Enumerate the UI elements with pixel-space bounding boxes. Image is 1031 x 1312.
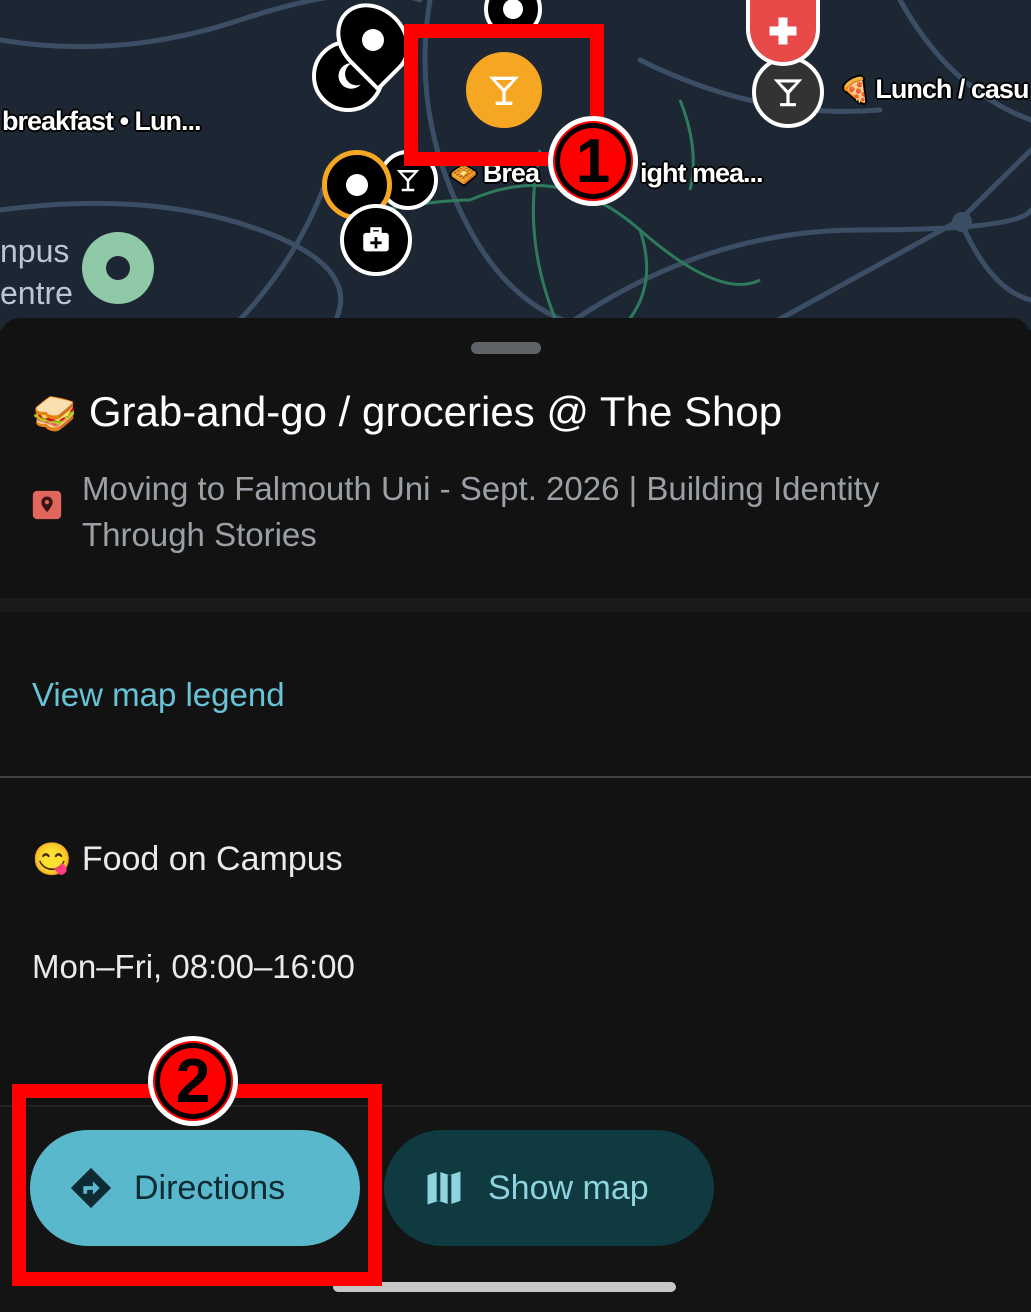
map-name-text: Moving to Falmouth Uni - Sept. 2026 | Bu… <box>82 470 880 553</box>
sandwich-icon: 🥪 <box>32 393 77 434</box>
list-name: 😋 Food on Campus <box>32 840 343 879</box>
gesture-home-bar[interactable] <box>333 1282 676 1292</box>
annotation-badge-1: 1 <box>548 116 638 206</box>
map-pin-icon <box>32 490 62 520</box>
campus-label-line1: npus <box>0 233 70 269</box>
place-title: 🥪 Grab-and-go / groceries @ The Shop <box>32 388 782 436</box>
map-label-breakfast-lunch[interactable]: breakfast • Lun... <box>2 106 202 137</box>
cocktail-pin-icon[interactable] <box>752 56 824 128</box>
map-label-lunch-casual[interactable]: 🍕 Lunch / casu <box>840 74 1029 105</box>
annotation-badge-2: 2 <box>148 1036 238 1126</box>
place-pin-icon[interactable] <box>82 232 154 304</box>
map-label-campus-centre[interactable]: npus entre <box>0 230 73 314</box>
yum-face-icon: 😋 <box>32 841 72 877</box>
pizza-icon: 🍕 <box>840 77 870 104</box>
section-divider <box>0 598 1031 612</box>
legend-divider <box>0 776 1031 778</box>
list-name-text: Food on Campus <box>81 840 343 878</box>
opening-hours: Mon–Fri, 08:00–16:00 <box>32 948 355 985</box>
place-title-text: Grab-and-go / groceries @ The Shop <box>88 388 783 435</box>
show-map-button[interactable]: Show map <box>384 1130 714 1246</box>
campus-label-line2: entre <box>0 275 73 311</box>
view-map-legend-link[interactable]: View map legend <box>32 676 285 714</box>
annotation-number-1: 1 <box>575 126 611 196</box>
map-icon <box>427 1171 461 1205</box>
sheet-drag-handle[interactable] <box>471 342 541 354</box>
show-map-label: Show map <box>488 1168 649 1207</box>
road-junction-icon <box>952 212 972 232</box>
first-aid-pin-icon[interactable] <box>340 204 412 276</box>
annotation-number-2: 2 <box>175 1046 211 1116</box>
map-label-light-meals[interactable]: ight mea... <box>640 158 764 189</box>
map-label-lunch-casual-text: Lunch / casu <box>875 74 1029 104</box>
